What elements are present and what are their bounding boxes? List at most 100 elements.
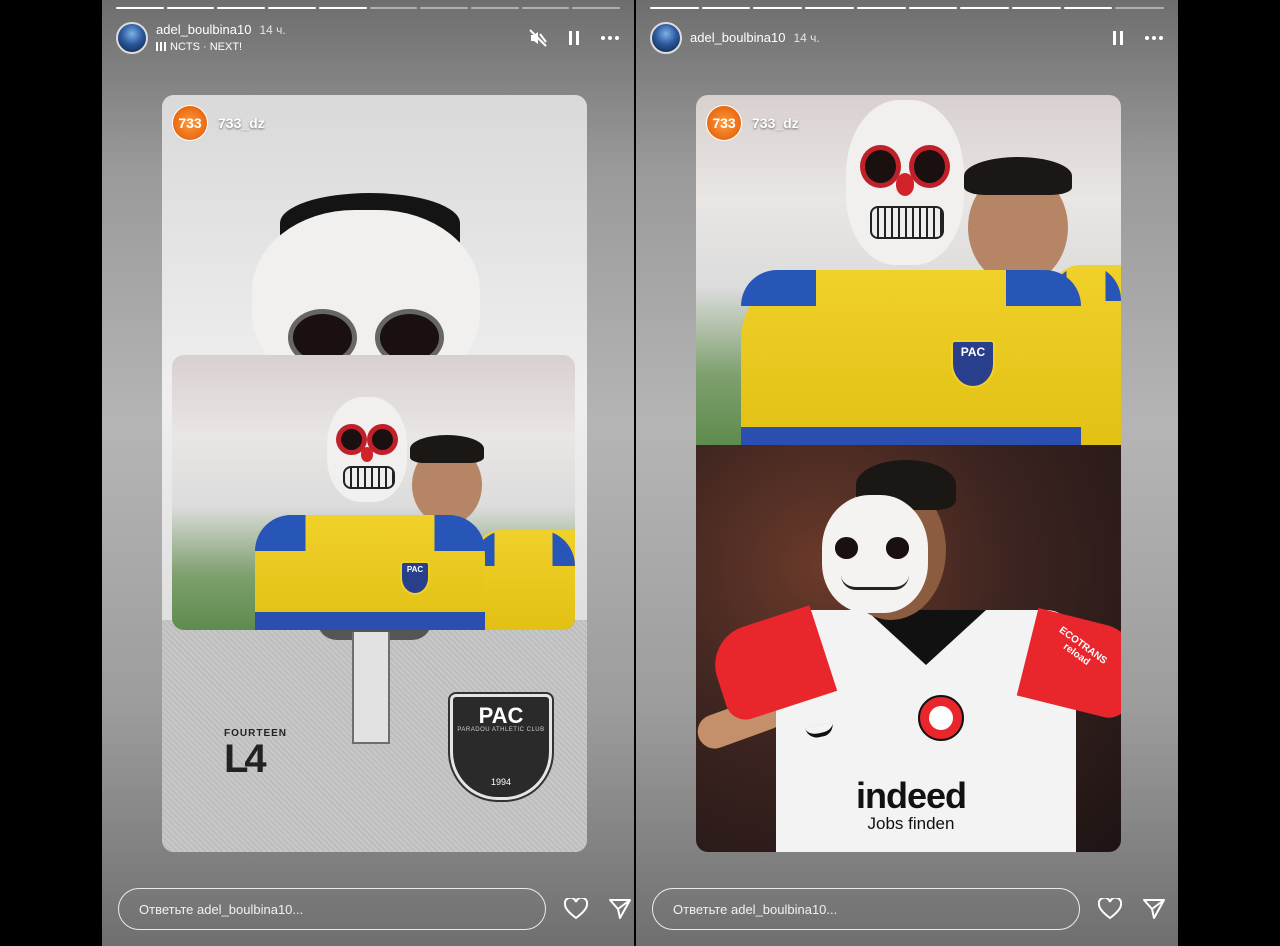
mask-eye: [885, 537, 909, 559]
progress-segment: [268, 7, 316, 9]
mask-eye: [834, 537, 859, 559]
sponsor-text: indeed Jobs finden: [816, 778, 1006, 834]
story-time: 14 ч.: [793, 31, 820, 45]
progress-segment: [572, 7, 621, 9]
photo-top: PAC: [696, 95, 1121, 445]
progress-segment: [166, 7, 215, 9]
account-logo: 733: [706, 105, 742, 141]
mask-nose: [360, 447, 374, 463]
mask-mouth: [869, 205, 945, 240]
progress-segment: [960, 7, 1009, 9]
progress-segment: [369, 7, 418, 9]
more-icon[interactable]: [600, 28, 620, 48]
jersey-sleeve-right: ECOTRANS reload: [1016, 608, 1121, 722]
progress-segment: [1011, 7, 1061, 9]
shared-post-card[interactable]: PAC ECOTRANS reload indeed Jobs finden 7…: [696, 95, 1121, 852]
jersey-band: [255, 612, 485, 630]
progress-segment: [650, 7, 699, 9]
progress-segment: [470, 7, 519, 9]
pause-icon[interactable]: [1108, 28, 1128, 48]
story-progress-bar: [650, 7, 1165, 9]
progress-segment: [1115, 7, 1165, 9]
club-badge-year: 1994: [490, 777, 512, 787]
club-crest-icon: [918, 695, 964, 741]
story-header: adel_boulbina10 14 ч.: [650, 18, 1164, 58]
jersey-band: [741, 427, 1081, 445]
progress-segment: [318, 7, 367, 9]
reply-bar: Ответьте adel_boulbina10...: [118, 888, 634, 930]
account-name[interactable]: 733_dz: [218, 115, 265, 131]
send-icon[interactable]: [1140, 895, 1168, 923]
user-avatar[interactable]: [116, 22, 148, 54]
heart-icon[interactable]: [1096, 895, 1124, 923]
username-text[interactable]: adel_boulbina10: [156, 22, 251, 37]
brand-swoosh-icon: [805, 722, 835, 740]
mask-mouth: [343, 466, 395, 490]
story-controls: [528, 28, 620, 48]
mute-icon[interactable]: [528, 28, 548, 48]
reply-input[interactable]: Ответьте adel_boulbina10...: [652, 888, 1080, 930]
mask-eye: [864, 149, 896, 183]
inner-photo-card[interactable]: PAC: [172, 355, 575, 630]
heart-icon[interactable]: [562, 895, 590, 923]
story-controls: [1108, 28, 1164, 48]
user-avatar[interactable]: [650, 22, 682, 54]
club-badge: PAC PARADOU ATHLETIC CLUB 1994: [450, 694, 552, 800]
sponsor-line1: indeed: [855, 775, 967, 816]
mask-eye: [371, 428, 393, 450]
story-header: adel_boulbina10 14 ч. NCTS · NEXT!: [116, 18, 620, 58]
progress-segment: [701, 7, 751, 9]
post-author-chip[interactable]: 733 733_dz: [172, 105, 265, 141]
story-username[interactable]: adel_boulbina10 14 ч.: [156, 22, 286, 37]
music-label[interactable]: NCTS · NEXT!: [156, 41, 242, 53]
player-jersey-yellow: PAC: [741, 270, 1081, 445]
sleeve-sponsor: ECOTRANS reload: [1056, 624, 1109, 668]
story-viewer-right[interactable]: adel_boulbina10 14 ч. PAC ECOTRANS reloa…: [636, 0, 1178, 946]
club-badge-subtext: PARADOU ATHLETIC CLUB: [457, 727, 545, 733]
teammate-jersey: [472, 530, 575, 630]
player-jersey-eintracht: ECOTRANS reload indeed Jobs finden: [704, 605, 1121, 852]
progress-segment: [805, 7, 854, 9]
music-bars-icon: [156, 42, 166, 51]
story-time: 14 ч.: [259, 23, 286, 37]
progress-segment: [521, 7, 570, 9]
mask-eye: [341, 428, 363, 450]
club-badge-small: PAC: [951, 340, 995, 388]
story-viewer-left[interactable]: adel_boulbina10 14 ч. NCTS · NEXT! 733 73…: [102, 0, 634, 946]
teammate-hair: [964, 157, 1072, 195]
story-progress-bar: [116, 7, 621, 9]
progress-segment: [753, 7, 803, 9]
more-icon[interactable]: [1144, 28, 1164, 48]
jersey-placket: [352, 632, 390, 744]
brand-logo-mark: L4: [224, 737, 267, 781]
progress-segment: [856, 7, 906, 9]
player-jersey-yellow: PAC: [255, 515, 485, 630]
club-badge-small: PAC: [400, 561, 430, 595]
pause-icon[interactable]: [564, 28, 584, 48]
white-mask: [822, 495, 928, 613]
account-name[interactable]: 733_dz: [752, 115, 799, 131]
sponsor-line2: Jobs finden: [867, 814, 955, 833]
mask-nose: [895, 172, 915, 196]
music-label-text: NCTS · NEXT!: [170, 41, 243, 53]
teammate-hair: [410, 435, 484, 463]
mask-eye: [914, 149, 946, 183]
brand-logo: FOURTEEN L4: [224, 728, 287, 779]
send-icon[interactable]: [606, 895, 634, 923]
jersey-grayscale: FOURTEEN L4 PAC PARADOU ATHLETIC CLUB 19…: [162, 620, 587, 852]
progress-segment: [217, 7, 266, 9]
clown-mask: [846, 100, 964, 265]
reply-input[interactable]: Ответьте adel_boulbina10...: [118, 888, 546, 930]
username-text[interactable]: adel_boulbina10: [690, 30, 785, 45]
account-logo: 733: [172, 105, 208, 141]
progress-segment: [420, 7, 468, 9]
reply-bar: Ответьте adel_boulbina10...: [652, 888, 1168, 930]
story-username[interactable]: adel_boulbina10 14 ч.: [690, 30, 820, 45]
clown-mask: [327, 397, 407, 502]
club-badge-text: PAC: [478, 703, 524, 728]
post-author-chip[interactable]: 733 733_dz: [706, 105, 799, 141]
mask-smile: [841, 575, 909, 591]
progress-segment: [908, 7, 958, 9]
photo-bottom: ECOTRANS reload indeed Jobs finden: [696, 445, 1121, 852]
progress-segment: [116, 7, 164, 9]
